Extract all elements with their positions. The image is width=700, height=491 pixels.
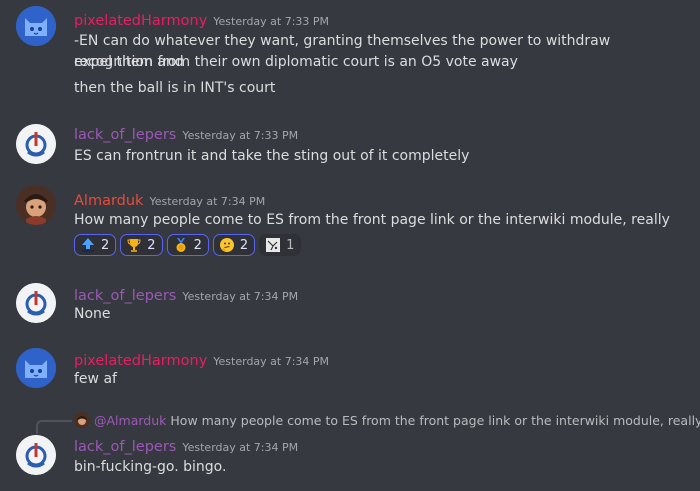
trophy-emoji-icon xyxy=(127,239,141,252)
message-text: None xyxy=(74,306,111,322)
reaction-count: 2 xyxy=(101,237,110,253)
message-text: expel them from their own diplomatic cou… xyxy=(74,54,518,70)
reaction-count: 2 xyxy=(239,237,249,253)
character-avatar-icon xyxy=(16,185,56,225)
avatar[interactable] xyxy=(16,124,56,164)
logo-avatar-icon xyxy=(16,283,56,323)
timestamp: Yesterday at 7:33 PM xyxy=(182,129,299,142)
avatar[interactable] xyxy=(16,435,56,475)
message: pixelatedHarmony Yesterday at 7:33 PM -EN… xyxy=(0,0,700,110)
thinking-emoji-icon xyxy=(219,238,234,252)
reaction-count: 2 xyxy=(193,237,202,253)
timestamp: Yesterday at 7:34 PM xyxy=(149,195,266,208)
timestamp: Yesterday at 7:34 PM xyxy=(182,290,299,303)
timestamp: Yesterday at 7:33 PM xyxy=(213,15,330,28)
timestamp: Yesterday at 7:34 PM xyxy=(182,441,299,454)
sign-emoji-icon xyxy=(266,238,281,252)
reaction-count: 2 xyxy=(147,237,156,253)
logo-avatar-icon xyxy=(16,435,56,475)
medal-emoji-icon xyxy=(176,238,186,252)
username[interactable]: Almarduk xyxy=(74,193,143,209)
message-text: bin-fucking-go. bingo. xyxy=(74,459,227,475)
avatar[interactable] xyxy=(16,6,56,46)
username[interactable]: lack_of_lepers xyxy=(74,439,176,455)
username[interactable]: pixelatedHarmony xyxy=(74,13,207,29)
this-arrow-emoji-icon xyxy=(82,238,94,253)
cat-avatar-icon xyxy=(16,348,56,388)
reactions-bar: 2 2 2 2 1 xyxy=(74,234,302,256)
message-text: ES can frontrun it and take the sting ou… xyxy=(74,148,470,164)
message: pixelatedHarmony Yesterday at 7:34 PM few… xyxy=(0,335,700,405)
username[interactable]: lack_of_lepers xyxy=(74,288,176,304)
message: lack_of_lepers Yesterday at 7:34 PM bin-f… xyxy=(0,405,700,491)
avatar[interactable] xyxy=(16,348,56,388)
username[interactable]: lack_of_lepers xyxy=(74,127,176,143)
message: lack_of_lepers Yesterday at 7:33 PM ES ca… xyxy=(0,110,700,175)
avatar[interactable] xyxy=(16,283,56,323)
reaction-count: 1 xyxy=(286,237,295,253)
timestamp: Yesterday at 7:34 PM xyxy=(213,355,330,368)
reaction-button[interactable]: 2 xyxy=(166,234,209,256)
message: lack_of_lepers Yesterday at 7:34 PM None xyxy=(0,265,700,335)
username[interactable]: pixelatedHarmony xyxy=(74,353,207,369)
message-text: How many people come to ES from the fron… xyxy=(74,212,670,228)
reaction-button[interactable]: 2 xyxy=(74,234,117,256)
reaction-button[interactable]: 1 xyxy=(259,234,302,256)
reaction-button[interactable]: 2 xyxy=(120,234,163,256)
message-text: then the ball is in INT's court xyxy=(74,80,276,96)
logo-avatar-icon xyxy=(16,124,56,164)
avatar[interactable] xyxy=(16,185,56,225)
reaction-button[interactable]: 2 xyxy=(212,234,256,256)
cat-avatar-icon xyxy=(16,6,56,46)
message-text: few af xyxy=(74,371,117,387)
